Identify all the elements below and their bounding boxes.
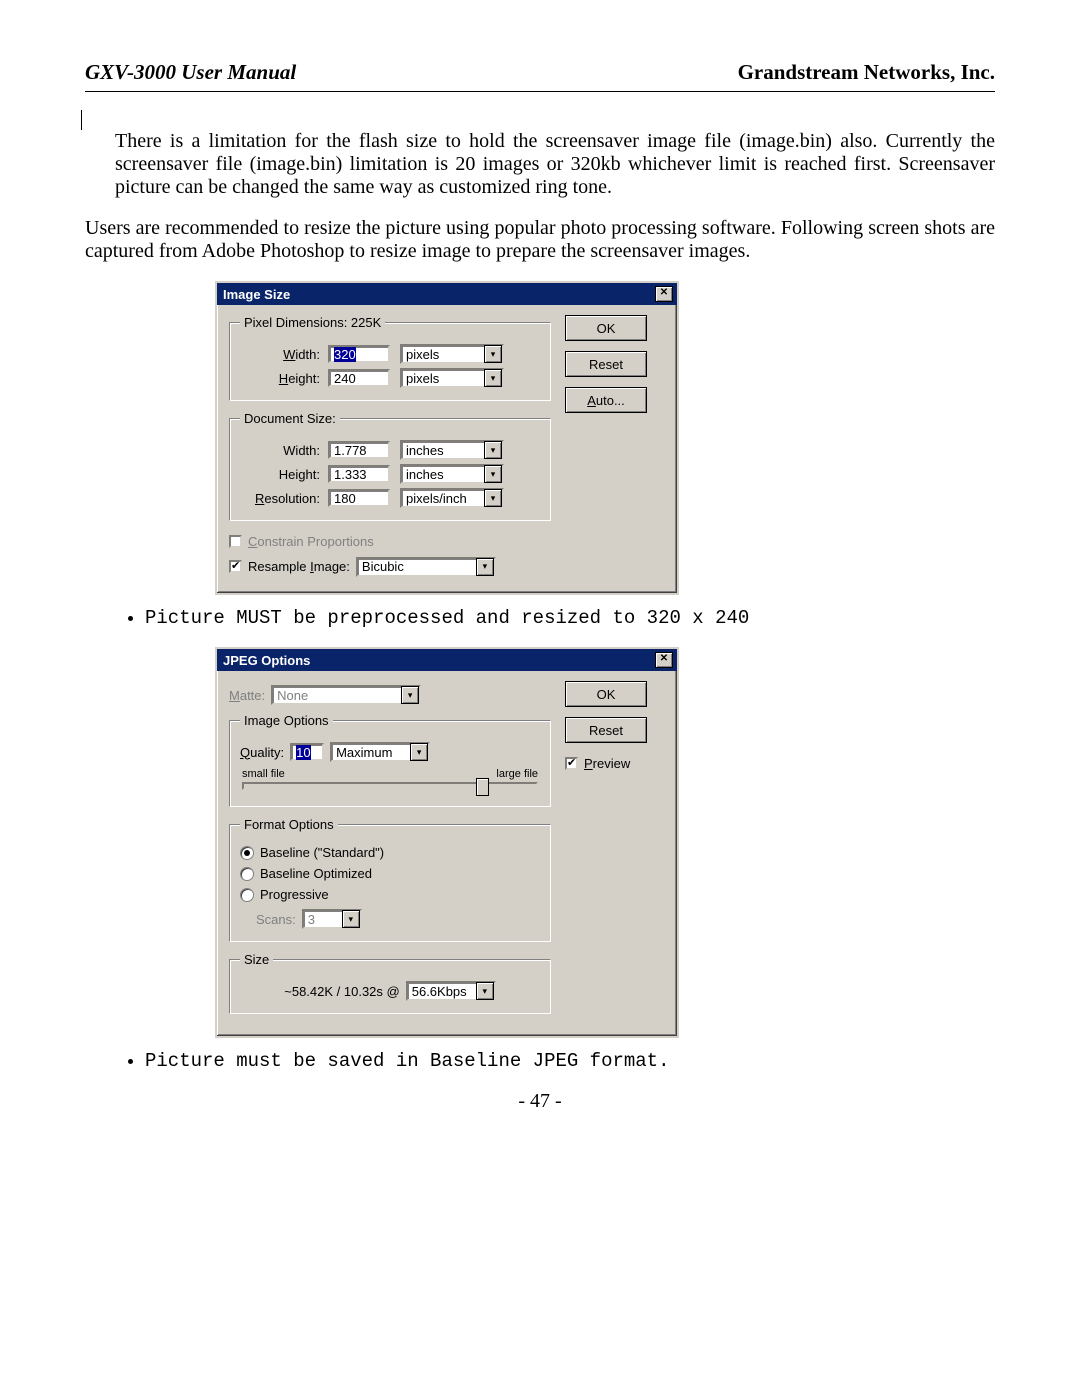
constrain-proportions-checkbox[interactable]: Constrain Proportions: [229, 534, 374, 549]
chevron-down-icon[interactable]: [476, 558, 494, 576]
reset-button[interactable]: Reset: [565, 351, 647, 377]
chevron-down-icon[interactable]: [484, 465, 502, 483]
scans-label: Scans:: [256, 912, 296, 927]
doc-height-label: Height:: [240, 467, 328, 482]
paragraph-1: There is a limitation for the flash size…: [85, 130, 995, 199]
doc-height-unit-dropdown[interactable]: inches: [400, 464, 504, 484]
resolution-unit-dropdown[interactable]: pixels/inch: [400, 488, 504, 508]
image-options-legend: Image Options: [240, 713, 333, 728]
chevron-down-icon[interactable]: [484, 441, 502, 459]
chevron-down-icon[interactable]: [484, 345, 502, 363]
resolution-input[interactable]: 180: [328, 489, 390, 507]
document-size-legend: Document Size:: [240, 411, 340, 426]
matte-label: Matte:: [229, 688, 265, 703]
bitrate-dropdown[interactable]: 56.6Kbps: [406, 981, 496, 1001]
pixel-width-unit-dropdown[interactable]: pixels: [400, 344, 504, 364]
ok-button[interactable]: OK: [565, 315, 647, 341]
baseline-optimized-radio[interactable]: Baseline Optimized: [240, 866, 372, 881]
matte-dropdown: None: [271, 685, 421, 705]
dialog1-title: Image Size: [223, 287, 290, 302]
close-icon[interactable]: ✕: [655, 652, 673, 668]
doc-width-input[interactable]: 1.778: [328, 441, 390, 459]
chevron-down-icon[interactable]: [484, 489, 502, 507]
size-text: ~58.42K / 10.32s @: [284, 984, 399, 999]
pixel-height-unit-dropdown[interactable]: pixels: [400, 368, 504, 388]
size-group: Size ~58.42K / 10.32s @ 56.6Kbps: [229, 952, 551, 1014]
chevron-down-icon[interactable]: [410, 743, 428, 761]
pixel-height-input[interactable]: 240: [328, 369, 390, 387]
progressive-radio[interactable]: Progressive: [240, 887, 329, 902]
quality-label: Quality:: [240, 745, 284, 760]
pixel-width-input[interactable]: 320: [328, 345, 390, 363]
auto-button[interactable]: Auto...: [565, 387, 647, 413]
bullet-2: Picture must be saved in Baseline JPEG f…: [145, 1050, 995, 1072]
doc-width-unit-dropdown[interactable]: inches: [400, 440, 504, 460]
quality-preset-dropdown[interactable]: Maximum: [330, 742, 430, 762]
doc-header-right: Grandstream Networks, Inc.: [738, 60, 995, 85]
pixel-width-label: Width:: [240, 347, 328, 362]
preview-checkbox[interactable]: ✔ Preview: [565, 756, 630, 771]
quality-input[interactable]: 10: [290, 743, 324, 761]
doc-header-left: GXV-3000 User Manual: [85, 60, 296, 85]
dialog2-title: JPEG Options: [223, 653, 310, 668]
paragraph-2: Users are recommended to resize the pict…: [85, 217, 995, 263]
resolution-label: Resolution:: [240, 491, 328, 506]
document-size-group: Document Size: Width: 1.778 inches Heigh…: [229, 411, 551, 521]
chevron-down-icon: [401, 686, 419, 704]
slider-thumb[interactable]: [476, 778, 489, 796]
pixel-dimensions-group: Pixel Dimensions: 225K Width: 320 pixels…: [229, 315, 551, 401]
resample-image-checkbox[interactable]: ✔ Resample Image:: [229, 559, 350, 574]
text-cursor: [81, 110, 82, 130]
scans-dropdown: 3: [302, 909, 362, 929]
format-options-group: Format Options Baseline ("Standard") Bas…: [229, 817, 551, 942]
pixel-dimensions-legend: Pixel Dimensions: 225K: [240, 315, 385, 330]
format-options-legend: Format Options: [240, 817, 338, 832]
bullet-1: Picture MUST be preprocessed and resized…: [145, 607, 995, 629]
header-rule: [85, 91, 995, 92]
doc-width-label: Width:: [240, 443, 328, 458]
close-icon[interactable]: ✕: [655, 286, 673, 302]
resample-method-dropdown[interactable]: Bicubic: [356, 557, 496, 577]
doc-height-input[interactable]: 1.333: [328, 465, 390, 483]
image-options-group: Image Options Quality: 10 Maximum small …: [229, 713, 551, 807]
pixel-height-label: Height:: [240, 371, 328, 386]
baseline-standard-radio[interactable]: Baseline ("Standard"): [240, 845, 384, 860]
reset-button[interactable]: Reset: [565, 717, 647, 743]
small-file-label: small file: [242, 768, 285, 780]
jpeg-options-dialog: JPEG Options ✕ Matte: None Image Options…: [215, 647, 679, 1038]
size-legend: Size: [240, 952, 273, 967]
chevron-down-icon: [342, 910, 360, 928]
chevron-down-icon[interactable]: [484, 369, 502, 387]
quality-slider[interactable]: [242, 782, 538, 790]
chevron-down-icon[interactable]: [476, 982, 494, 1000]
page-number: - 47 -: [85, 1090, 995, 1113]
image-size-dialog: Image Size ✕ Pixel Dimensions: 225K Widt…: [215, 281, 679, 595]
large-file-label: large file: [496, 768, 538, 780]
ok-button[interactable]: OK: [565, 681, 647, 707]
